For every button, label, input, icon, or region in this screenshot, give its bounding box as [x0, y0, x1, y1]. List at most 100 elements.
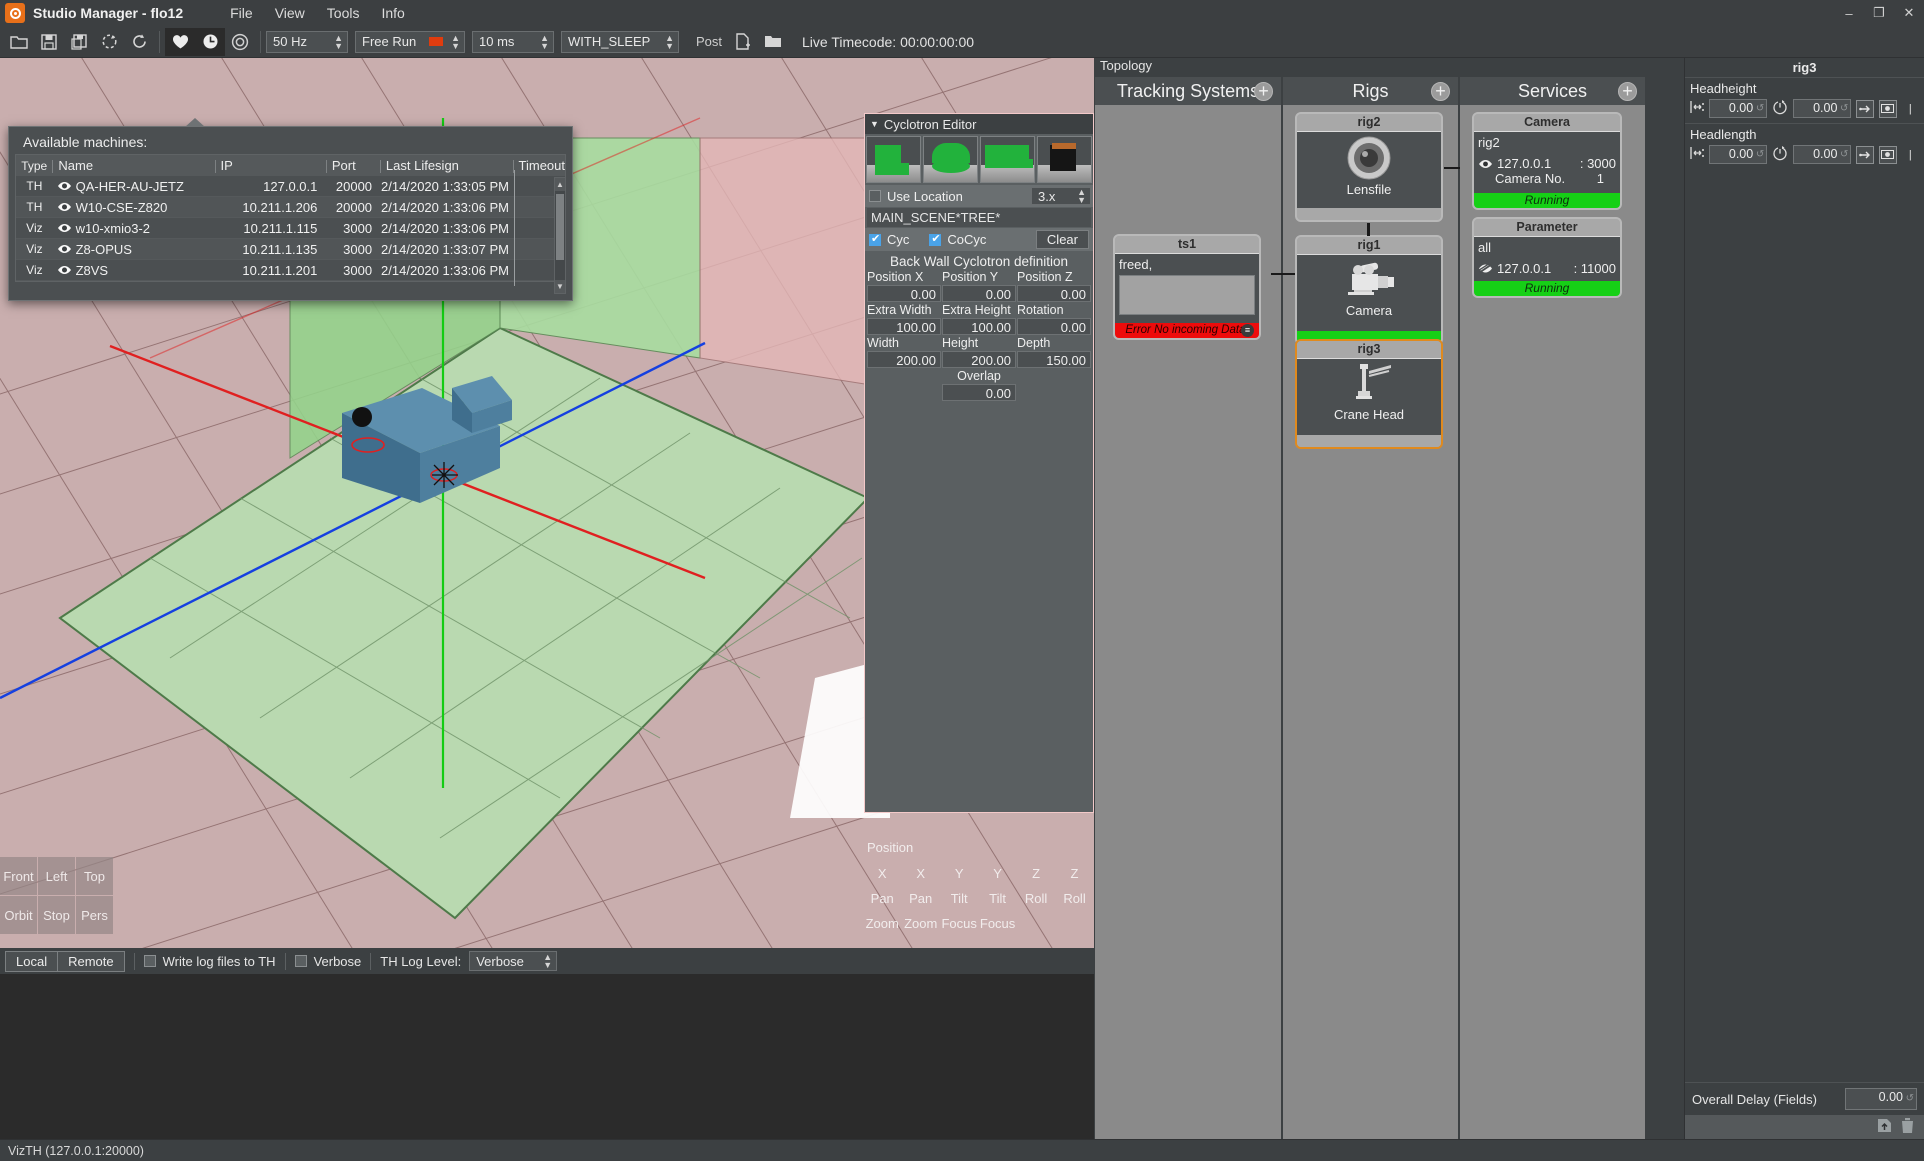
headlength-position-input[interactable]: 0.00 ↺: [1709, 145, 1767, 164]
column-header-lifesign[interactable]: Last Lifesign: [380, 158, 513, 173]
table-row[interactable]: Vizw10-xmio3-210.211.1.11530002/14/2020 …: [16, 218, 565, 239]
view-orbit-button[interactable]: Orbit: [0, 896, 37, 934]
rig-node-rig3[interactable]: rig3 Crane Head: [1295, 339, 1443, 449]
bar-icon[interactable]: |: [1902, 100, 1919, 118]
headlength-rotation-input[interactable]: 0.00 ↺: [1793, 145, 1851, 164]
frequency-select[interactable]: 50 Hz ▲▼: [266, 31, 348, 53]
width-input[interactable]: 200.00: [867, 351, 941, 368]
cocyc-checkbox[interactable]: [929, 234, 941, 246]
reset-icon[interactable]: ↺: [1840, 103, 1848, 114]
rig-node-rig1[interactable]: rig1 Camera: [1295, 235, 1443, 345]
bar-icon[interactable]: |: [1902, 146, 1919, 164]
view-pers-button[interactable]: Pers: [76, 896, 113, 934]
cyc-wide-thumb[interactable]: [980, 136, 1035, 183]
reset-icon[interactable]: ↺: [1840, 149, 1848, 160]
run-mode-select[interactable]: Free Run ▲▼: [355, 31, 465, 53]
eye-icon[interactable]: [53, 179, 76, 194]
view-top-button[interactable]: Top: [76, 857, 113, 895]
view-stop-button[interactable]: Stop: [38, 896, 75, 934]
cyc-dark-thumb[interactable]: [1037, 136, 1092, 183]
service-node-parameter[interactable]: Parameter all 127.0.0.1: [1472, 217, 1622, 298]
use-location-checkbox[interactable]: [869, 190, 881, 202]
cyclotron-editor-header[interactable]: ▼ Cyclotron Editor: [865, 114, 1093, 134]
scroll-up-icon[interactable]: ▲: [555, 178, 565, 191]
verbose-checkbox[interactable]: [295, 955, 307, 967]
overlap-input[interactable]: 0.00: [942, 384, 1016, 401]
scene-tree-field[interactable]: MAIN_SCENE*TREE*: [867, 208, 1091, 227]
save-icon[interactable]: [34, 28, 64, 56]
add-tracking-system-button[interactable]: +: [1254, 82, 1273, 101]
headheight-position-input[interactable]: 0.00 ↺: [1709, 99, 1767, 118]
position-y-input[interactable]: 0.00: [942, 285, 1016, 302]
column-header-timeout[interactable]: Timeout: [513, 158, 565, 173]
new-document-icon[interactable]: [728, 28, 758, 56]
view-left-button[interactable]: Left: [38, 857, 75, 895]
record-icon[interactable]: [1879, 100, 1897, 118]
sleep-mode-select[interactable]: WITH_SLEEP ▲▼: [561, 31, 679, 53]
cyc-checkbox[interactable]: [869, 234, 881, 246]
clear-button[interactable]: Clear: [1036, 230, 1089, 249]
column-header-ip[interactable]: IP: [215, 158, 326, 173]
table-row[interactable]: VizZ8-OPUS10.211.1.13530002/14/2020 1:33…: [16, 239, 565, 260]
eye-icon[interactable]: [53, 263, 76, 278]
menu-tools[interactable]: Tools: [316, 2, 371, 24]
depth-input[interactable]: 150.00: [1017, 351, 1091, 368]
scroll-down-icon[interactable]: ▼: [555, 280, 565, 293]
rig-node-rig2[interactable]: rig2 Lensfile: [1295, 112, 1443, 222]
reload-icon[interactable]: [124, 28, 154, 56]
open-folder-icon-2[interactable]: [758, 28, 788, 56]
save-as-icon[interactable]: [64, 28, 94, 56]
link-arrow-icon[interactable]: [1856, 146, 1874, 164]
add-service-button[interactable]: +: [1618, 82, 1637, 101]
link-arrow-icon[interactable]: [1856, 100, 1874, 118]
rotation-input[interactable]: 0.00: [1017, 318, 1091, 335]
write-log-checkbox[interactable]: [144, 955, 156, 967]
record-icon[interactable]: [1879, 146, 1897, 164]
th-log-level-select[interactable]: Verbose ▲▼: [469, 951, 557, 971]
hamburger-icon[interactable]: ≡: [1241, 324, 1254, 337]
position-z-input[interactable]: 0.00: [1017, 285, 1091, 302]
menu-info[interactable]: Info: [370, 2, 415, 24]
column-header-port[interactable]: Port: [326, 158, 380, 173]
headheight-rotation-input[interactable]: 0.00 ↺: [1793, 99, 1851, 118]
clock-icon[interactable]: [195, 28, 225, 56]
scrollbar-thumb[interactable]: [556, 194, 564, 260]
interval-select[interactable]: 10 ms ▲▼: [472, 31, 554, 53]
ts-data-area[interactable]: [1119, 275, 1255, 315]
trash-icon[interactable]: [1900, 1117, 1915, 1137]
eye-icon[interactable]: [53, 221, 76, 236]
remote-button[interactable]: Remote: [57, 951, 125, 972]
menu-file[interactable]: File: [219, 2, 264, 24]
target-icon[interactable]: [225, 28, 255, 56]
open-folder-icon[interactable]: [4, 28, 34, 56]
eye-icon[interactable]: [53, 242, 76, 257]
add-rig-button[interactable]: +: [1431, 82, 1450, 101]
machines-scrollbar[interactable]: ▲ ▼: [554, 177, 566, 294]
available-machines-popup[interactable]: Available machines: Type Name IP Port La…: [8, 126, 573, 301]
menu-view[interactable]: View: [264, 2, 316, 24]
reset-icon[interactable]: ↺: [1756, 149, 1764, 160]
column-header-name[interactable]: Name: [52, 158, 214, 173]
upload-to-icon[interactable]: [1876, 1117, 1893, 1137]
reset-icon[interactable]: ↺: [1756, 103, 1764, 114]
extra-height-input[interactable]: 100.00: [942, 318, 1016, 335]
service-node-camera[interactable]: Camera rig2 127.0.0.1 : 3000: [1472, 112, 1622, 210]
column-header-type[interactable]: Type: [16, 159, 52, 173]
table-row[interactable]: THQA-HER-AU-JETZ127.0.0.1200002/14/2020 …: [16, 176, 565, 197]
view-front-button[interactable]: Front: [0, 857, 37, 895]
maximize-button[interactable]: ❐: [1864, 5, 1894, 21]
height-input[interactable]: 200.00: [942, 351, 1016, 368]
refresh-dashed-icon[interactable]: [94, 28, 124, 56]
extra-width-input[interactable]: 100.00: [867, 318, 941, 335]
heartbeat-icon[interactable]: [165, 28, 195, 56]
eye-icon[interactable]: [53, 200, 76, 215]
table-row[interactable]: VizZ8VS10.211.1.20130002/14/2020 1:33:06…: [16, 260, 565, 281]
position-x-input[interactable]: 0.00: [867, 285, 941, 302]
local-button[interactable]: Local: [5, 951, 57, 972]
tracking-system-node-ts1[interactable]: ts1 freed, Error No incoming Data! ≡: [1113, 234, 1261, 340]
close-button[interactable]: ✕: [1894, 5, 1924, 21]
cyc-flat-thumb[interactable]: [866, 136, 921, 183]
table-row[interactable]: THW10-CSE-Z82010.211.1.206200002/14/2020…: [16, 197, 565, 218]
overall-delay-input[interactable]: 0.00 ↺: [1845, 1088, 1917, 1110]
cyc-round-thumb[interactable]: [923, 136, 978, 183]
